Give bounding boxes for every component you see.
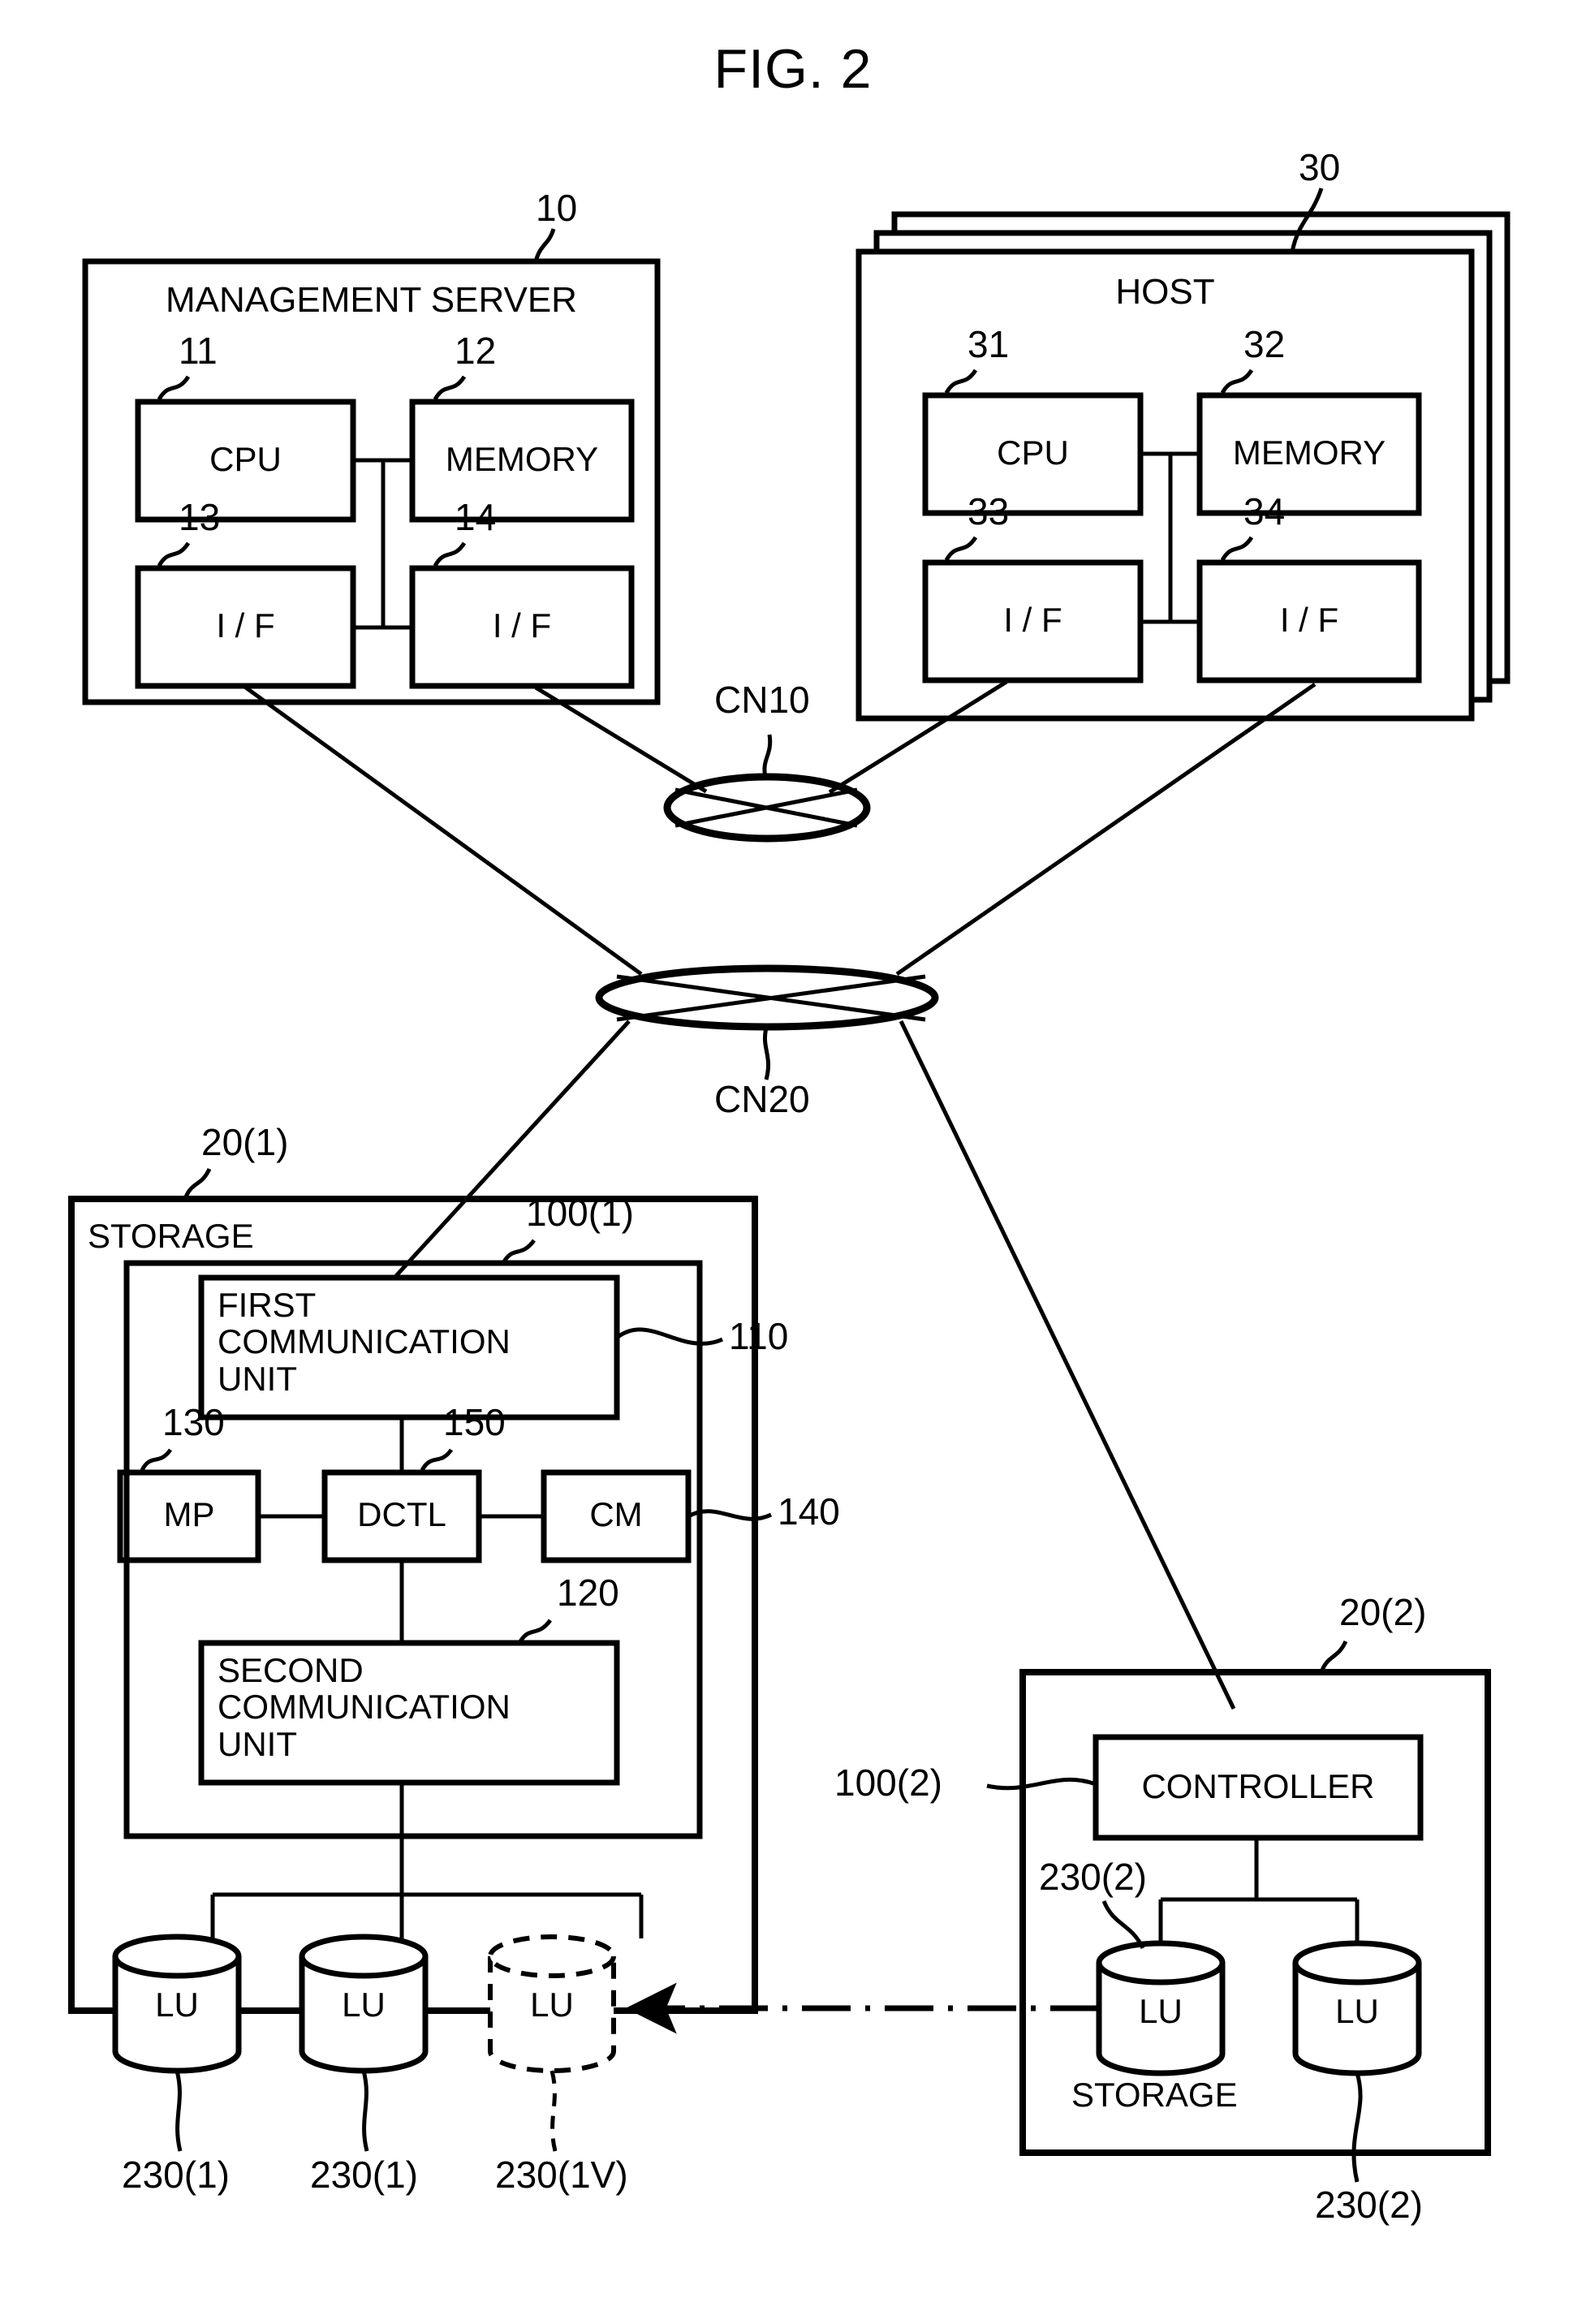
host-ref: 30 <box>1299 146 1341 188</box>
network-cn10-label: CN10 <box>714 679 810 721</box>
link-mgmt-if13-to-cn20 <box>242 683 643 977</box>
management-server-cpu-label: CPU <box>209 440 282 478</box>
management-server-title: MANAGEMENT SERVER <box>166 280 577 320</box>
storage1-lu3-ref: 230(1V) <box>495 2154 628 2196</box>
host-if2-label: I / F <box>1279 601 1339 639</box>
first-communication-unit-label: FIRST COMMUNICATION UNIT <box>218 1286 511 1398</box>
storage1-lu1-ref: 230(1) <box>122 2154 230 2196</box>
link-mgmt-if14-to-cn10 <box>534 685 708 794</box>
management-server-cpu-ref: 11 <box>179 330 218 372</box>
second-communication-unit-ref: 120 <box>557 1572 619 1614</box>
dctl-ref: 150 <box>443 1401 506 1443</box>
second-communication-unit-label: SECOND COMMUNICATION UNIT <box>218 1651 511 1763</box>
host-title: HOST <box>1115 272 1215 312</box>
storage2-lu1-label: LU <box>1139 1992 1183 2030</box>
storage1-lu1-label: LU <box>155 1986 199 2024</box>
figure-title: FIG. 2 <box>713 38 873 100</box>
patent-figure-page: FIG. 2 MANAGEMENT SERVER 10 CPU 11 MEMOR… <box>0 0 1586 2324</box>
host-box-front <box>855 248 1475 722</box>
storage1-lu2-ref: 230(1) <box>310 2154 418 2196</box>
mp-ref: 130 <box>162 1401 225 1443</box>
controller2-label: CONTROLLER <box>1141 1767 1375 1805</box>
host-if1-ref: 33 <box>968 490 1010 532</box>
storage1-lu3-label: LU <box>530 1986 574 2024</box>
storage2-volume-ref-top: 230(2) <box>1039 1856 1147 1898</box>
cm-ref: 140 <box>778 1490 840 1533</box>
host-memory-ref: 32 <box>1243 323 1286 365</box>
storage2-ref: 20(2) <box>1339 1591 1427 1633</box>
storage2-volume-ref-bottom: 230(2) <box>1315 2184 1423 2226</box>
link-cn20-to-storage2 <box>899 1020 1236 1710</box>
link-host-if33-to-cn10 <box>828 679 1008 795</box>
first-communication-unit-ref: 110 <box>729 1315 789 1357</box>
host-if1-label: I / F <box>1003 601 1062 639</box>
storage2-lu2-label: LU <box>1335 1992 1379 2030</box>
host-cpu-label: CPU <box>997 433 1069 472</box>
management-server-memory-label: MEMORY <box>445 440 599 478</box>
host-if2-ref: 34 <box>1243 490 1286 532</box>
management-server-if1-label: I / F <box>216 606 275 645</box>
management-server-if2-ref: 14 <box>455 496 497 538</box>
link-cn20-to-storage1 <box>392 1020 631 1280</box>
management-server-ref: 10 <box>536 187 578 229</box>
storage1-ref: 20(1) <box>201 1121 289 1163</box>
management-server-memory-ref: 12 <box>455 330 497 372</box>
storage1-controller-ref: 100(1) <box>526 1192 634 1234</box>
cm-label: CM <box>589 1495 643 1533</box>
network-cn20-oval <box>595 964 939 1031</box>
host-cpu-ref: 31 <box>968 323 1010 365</box>
controller2-ref: 100(2) <box>834 1761 942 1804</box>
link-host-if34-to-cn20 <box>895 682 1317 977</box>
management-server-if2-label: I / F <box>492 606 552 645</box>
management-server-if1-ref: 13 <box>179 496 221 538</box>
dctl-label: DCTL <box>357 1495 446 1533</box>
storage1-lu2-label: LU <box>342 1986 386 2024</box>
network-cn10-oval <box>663 773 871 843</box>
mp-label: MP <box>163 1495 215 1533</box>
network-cn20-label: CN20 <box>714 1078 810 1120</box>
storage1-title: STORAGE <box>88 1217 254 1255</box>
host-memory-label: MEMORY <box>1232 433 1386 472</box>
storage2-title: STORAGE <box>1071 2076 1238 2114</box>
